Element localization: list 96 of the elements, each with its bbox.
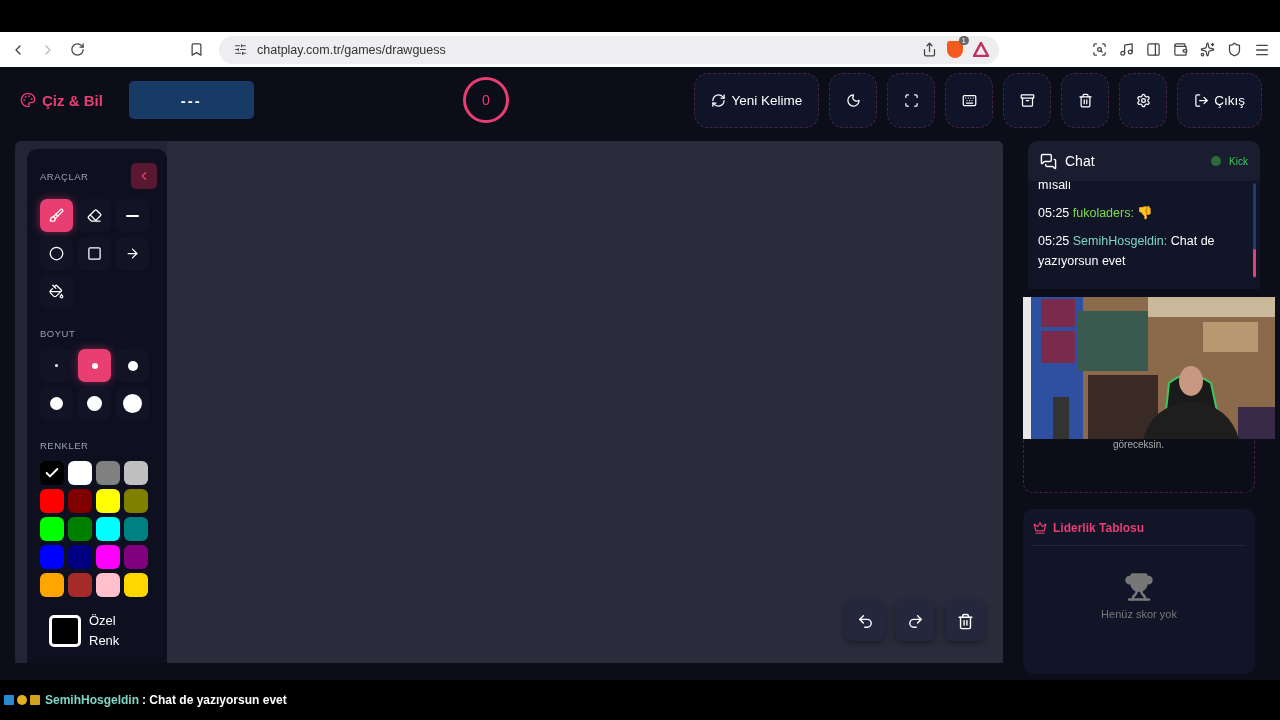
fullscreen-icon <box>903 92 919 108</box>
arrow-icon <box>125 246 140 261</box>
stream-chat-message: : Chat de yazıyorsun evet <box>142 693 287 707</box>
clear-canvas-button[interactable] <box>945 601 985 641</box>
sparkle-icon[interactable] <box>1200 42 1215 57</box>
trash-icon <box>1077 92 1093 108</box>
shield-icon[interactable] <box>1227 42 1242 57</box>
shield-icon[interactable] <box>947 41 963 58</box>
leaderboard-title: Liderlik Tablosu <box>1053 521 1145 535</box>
trash-icon <box>956 612 974 630</box>
app-logo: Çiz & Bil <box>42 91 103 109</box>
redo-button[interactable] <box>895 601 935 641</box>
color-swatch[interactable] <box>96 545 120 569</box>
eraser-icon <box>87 208 102 223</box>
circle-icon <box>49 246 64 261</box>
color-swatch[interactable] <box>124 545 148 569</box>
line-icon <box>126 214 139 217</box>
line-tool[interactable] <box>116 199 149 232</box>
color-swatch[interactable] <box>68 573 92 597</box>
color-swatch[interactable] <box>40 461 64 485</box>
shield-count: 1 <box>958 36 969 45</box>
sidebar-icon[interactable] <box>1146 42 1161 57</box>
music-icon[interactable] <box>1119 42 1134 57</box>
section-title: ARAÇLAR <box>40 170 89 182</box>
color-swatch[interactable] <box>68 461 92 485</box>
arrow-tool[interactable] <box>116 237 149 270</box>
brush-tool[interactable] <box>40 199 73 232</box>
color-swatch[interactable] <box>96 573 120 597</box>
chat-title: Chat <box>1065 153 1096 169</box>
reload-icon[interactable] <box>70 42 85 57</box>
undo-button[interactable] <box>845 601 885 641</box>
color-swatch[interactable] <box>124 573 148 597</box>
brush-size-button[interactable] <box>78 387 111 420</box>
source-label: Kick <box>1229 155 1248 167</box>
chat-message: 05:25 SemihHosgeldin: Chat de yazıyorsun evet <box>1038 233 1216 270</box>
color-swatch[interactable] <box>124 461 148 485</box>
undo-icon <box>856 612 874 630</box>
bookmark-icon[interactable] <box>189 42 204 57</box>
chat-message: 05:25 fukoladers: 👎 <box>1038 205 1155 222</box>
status-dot <box>1211 156 1222 166</box>
color-swatch[interactable] <box>68 545 92 569</box>
brush-size-button[interactable] <box>40 387 73 420</box>
keyboard-icon <box>961 92 977 108</box>
color-swatch[interactable] <box>40 545 64 569</box>
color-swatch[interactable] <box>96 489 120 513</box>
trophy-icon <box>1124 572 1154 602</box>
video-subtitle: göreceksin. <box>1113 439 1165 450</box>
fill-tool[interactable] <box>40 275 73 308</box>
circle-tool[interactable] <box>40 237 73 270</box>
custom-color-label: Özel Renk <box>89 612 121 650</box>
custom-color-swatch[interactable] <box>49 615 81 647</box>
archive-icon <box>1019 92 1035 108</box>
moon-icon <box>845 92 861 108</box>
new-word-button[interactable]: Yeni Kelime <box>694 72 820 128</box>
paint-bucket-icon <box>49 284 64 299</box>
eraser-tool[interactable] <box>78 199 111 232</box>
refresh-icon <box>711 92 727 108</box>
score-counter: 0 <box>462 77 509 123</box>
logout-button[interactable]: Çıkış <box>1177 72 1262 128</box>
color-swatch[interactable] <box>40 489 64 513</box>
rectangle-tool[interactable] <box>78 237 111 270</box>
url-field[interactable]: chatplay.com.tr/games/drawguess <box>257 42 912 57</box>
color-swatch[interactable] <box>96 461 120 485</box>
word-display: --- <box>128 81 254 119</box>
archive-button[interactable] <box>1003 72 1052 128</box>
crown-icon <box>1033 521 1047 535</box>
color-swatch[interactable] <box>124 489 148 513</box>
color-swatch[interactable] <box>40 517 64 541</box>
color-swatch[interactable] <box>96 517 120 541</box>
chat-icon <box>1040 152 1057 170</box>
color-swatch[interactable] <box>68 517 92 541</box>
logout-icon <box>1194 92 1210 108</box>
square-icon <box>87 246 102 261</box>
keyboard-button[interactable] <box>945 72 994 128</box>
palette-icon <box>20 92 36 108</box>
empty-message: Henüz skor yok <box>1101 608 1177 620</box>
theme-button[interactable] <box>829 72 878 128</box>
redo-icon <box>906 612 924 630</box>
section-title: BOYUT <box>40 328 77 339</box>
section-title: RENKLER <box>40 440 90 451</box>
stream-chat-user: SemihHosgeldin <box>45 693 139 707</box>
share-icon[interactable] <box>922 42 937 57</box>
brush-size-button[interactable] <box>116 387 149 420</box>
brush-size-button[interactable] <box>116 349 149 382</box>
site-settings-icon[interactable] <box>234 43 247 56</box>
clear-button[interactable] <box>1061 72 1110 128</box>
brush-size-button[interactable] <box>78 349 111 382</box>
triangle-icon[interactable] <box>973 42 989 57</box>
settings-icon <box>1135 92 1151 108</box>
color-swatch[interactable] <box>68 489 92 513</box>
color-swatch[interactable] <box>124 517 148 541</box>
brush-icon <box>49 208 64 223</box>
wallet-icon[interactable] <box>1173 42 1188 57</box>
settings-button[interactable] <box>1119 72 1168 128</box>
color-swatch[interactable] <box>40 573 64 597</box>
reader-icon[interactable] <box>1092 42 1107 57</box>
